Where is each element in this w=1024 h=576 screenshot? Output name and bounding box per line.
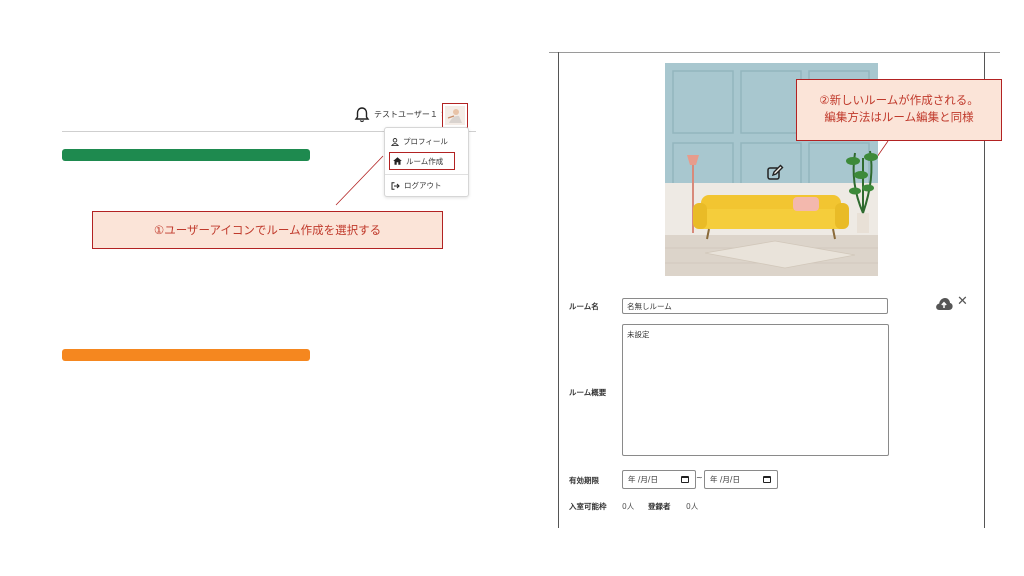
callout-step2-line1: ②新しいルームが作成される。 <box>819 93 979 107</box>
end-date-input[interactable]: 年 /月/日 <box>704 470 778 489</box>
room-description-label: ルーム概要 <box>569 388 607 397</box>
start-date-input[interactable]: 年 /月/日 <box>622 470 696 489</box>
room-name-input[interactable] <box>622 298 888 314</box>
end-date-placeholder: 年 /月/日 <box>710 475 740 484</box>
panel-left-border <box>558 52 559 528</box>
callout-step2-line2: 編集方法はルーム編集と同様 <box>824 110 974 124</box>
room-name-label: ルーム名 <box>569 302 599 311</box>
date-range-separator: ~ <box>696 473 703 482</box>
capacity-value: 0人 <box>622 502 635 511</box>
room-description-textarea[interactable]: 未設定 <box>622 324 889 456</box>
callout-step1: ①ユーザーアイコンでルーム作成を選択する <box>92 211 443 249</box>
validity-period-label: 有効期限 <box>569 476 599 485</box>
calendar-icon[interactable] <box>763 476 771 483</box>
close-icon[interactable]: ✕ <box>957 295 968 309</box>
cloud-upload-icon[interactable] <box>935 296 953 310</box>
capacity-label: 入室可能枠 <box>569 502 607 511</box>
calendar-icon[interactable] <box>681 476 689 483</box>
start-date-placeholder: 年 /月/日 <box>628 475 658 484</box>
panel-top-border <box>549 52 1000 53</box>
registered-label: 登録者 <box>648 502 671 511</box>
registered-value: 0人 <box>686 502 699 511</box>
edit-icon[interactable] <box>766 164 784 182</box>
callout-step2: ②新しいルームが作成される。 編集方法はルーム編集と同様 <box>796 79 1002 141</box>
